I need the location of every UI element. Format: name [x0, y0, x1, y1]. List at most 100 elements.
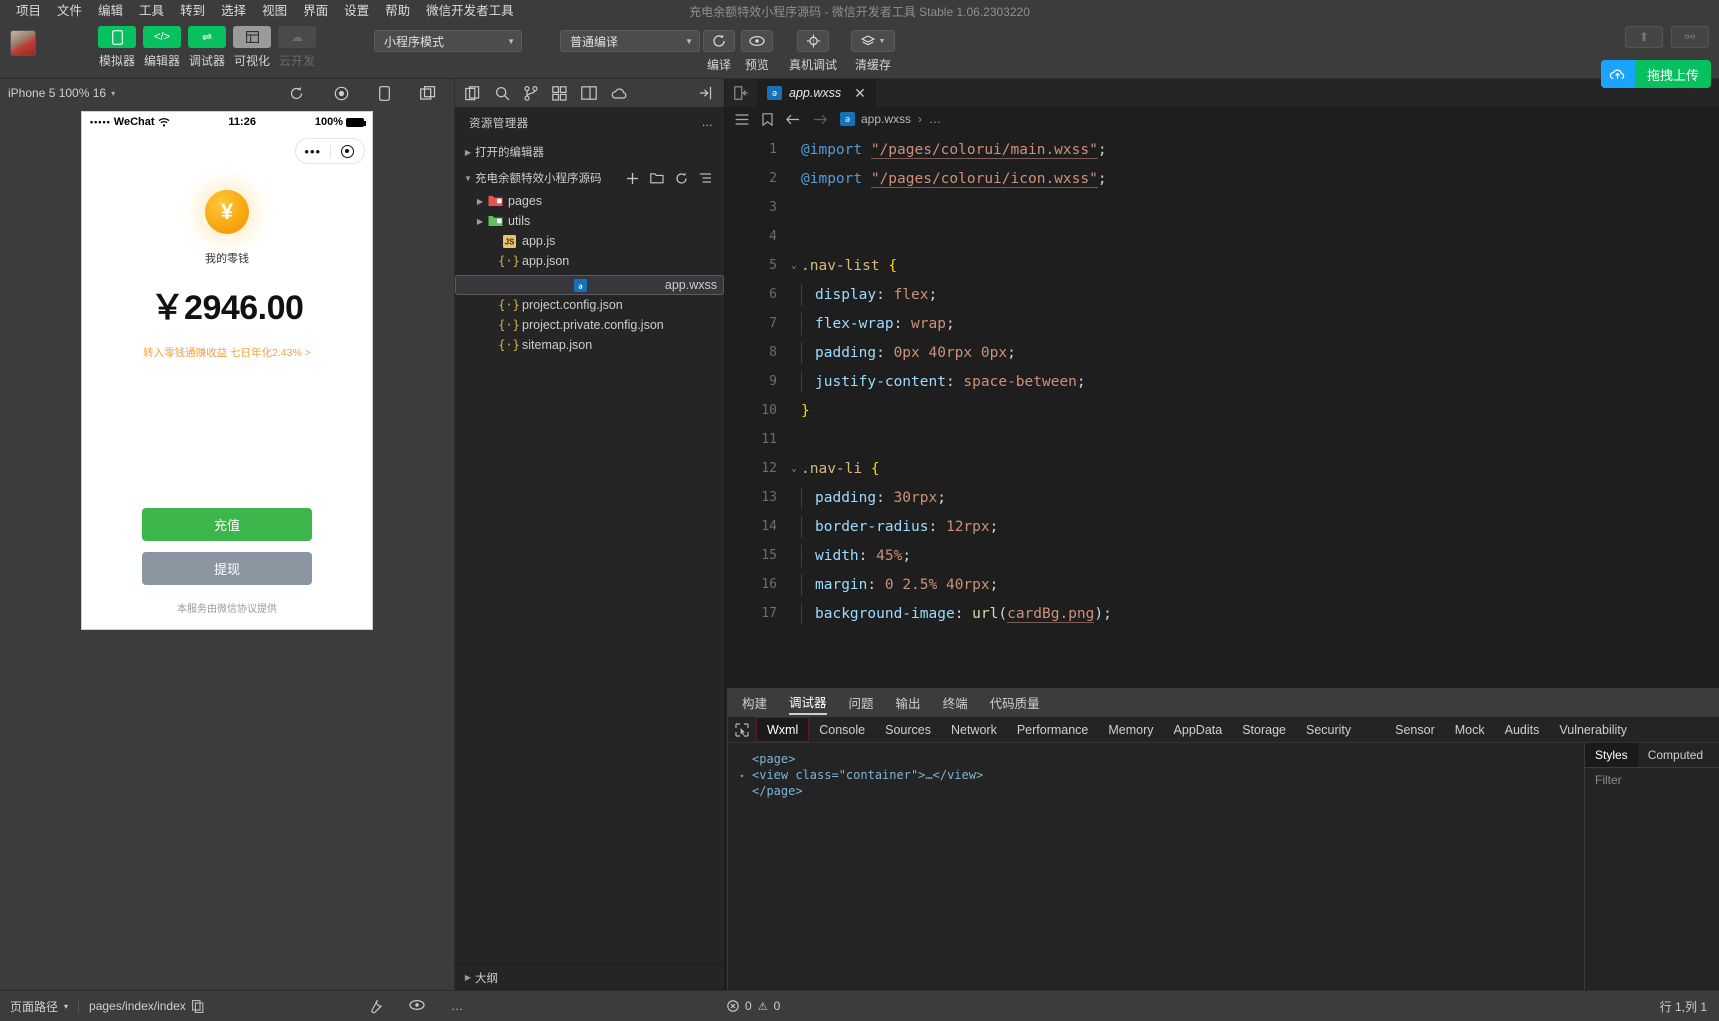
cloud-toggle-button[interactable]: ☁ 云开发 [278, 26, 316, 69]
code-line[interactable]: 4 [725, 222, 1719, 251]
menu-item-10[interactable]: 微信开发者工具 [418, 0, 522, 22]
devtools-panel-tab-storage[interactable]: Storage [1232, 717, 1296, 742]
code-line[interactable]: 5 ⌄ .nav-list { [725, 251, 1719, 280]
code-line[interactable]: 7 flex-wrap: wrap; [725, 309, 1719, 338]
menu-item-6[interactable]: 视图 [254, 0, 295, 22]
avatar[interactable] [10, 30, 36, 56]
code-line[interactable]: 1 @import "/pages/colorui/main.wxss"; [725, 135, 1719, 164]
file-row-app-json[interactable]: {·} app.json [455, 251, 724, 271]
code-line[interactable]: 11 [725, 425, 1719, 454]
breadcrumb-trail[interactable]: … [929, 112, 941, 126]
more-icon[interactable]: … [702, 117, 715, 129]
code-line[interactable]: 9 justify-content: space-between; [725, 367, 1719, 396]
upload-icon[interactable]: ⬆ [1625, 26, 1663, 48]
menu-item-9[interactable]: 帮助 [377, 0, 418, 22]
yield-link[interactable]: 转入零钱通赚收益 七日年化2.43% > [143, 345, 311, 360]
back-arrow-icon[interactable] [786, 114, 800, 125]
element-picker-icon[interactable] [728, 717, 756, 742]
menu-item-2[interactable]: 编辑 [90, 0, 131, 22]
devtools-tab-build[interactable]: 构建 [742, 693, 767, 714]
menu-item-8[interactable]: 设置 [336, 0, 377, 22]
breadcrumb-file[interactable]: ǝ app.wxss [840, 112, 911, 126]
wxml-node[interactable]: <page> [740, 751, 1584, 767]
extensions-icon[interactable] [552, 85, 567, 101]
more-icon[interactable]: … [451, 999, 463, 1014]
devtools-tab-output[interactable]: 输出 [896, 693, 921, 714]
menu-item-7[interactable]: 界面 [295, 0, 336, 22]
remote-debug-button[interactable]: 1 真机调试 [786, 26, 840, 73]
devtools-panel-tab-network[interactable]: Network [941, 717, 1007, 742]
preview-button[interactable]: 预览 [738, 26, 776, 73]
devtools-tab-debugger[interactable]: 调试器 [789, 692, 827, 715]
editor-toggle-button[interactable]: </> 编辑器 [143, 26, 181, 69]
file-row-app-wxss[interactable]: ǝ app.wxss [455, 275, 724, 295]
page-path-selector[interactable]: 页面路径 ▾ [0, 998, 78, 1015]
eye-icon[interactable] [409, 999, 425, 1014]
styles-tab[interactable]: Styles [1585, 743, 1638, 767]
code-line[interactable]: 16 margin: 0 2.5% 40rpx; [725, 570, 1719, 599]
files-icon[interactable] [465, 85, 481, 101]
menu-item-1[interactable]: 文件 [49, 0, 90, 22]
new-folder-icon[interactable] [650, 172, 664, 185]
outline-section[interactable]: ▶ 大纲 [455, 964, 724, 990]
code-line[interactable]: 6 display: flex; [725, 280, 1719, 309]
devtools-panel-tab-appdata[interactable]: AppData [1164, 717, 1233, 742]
file-row-utils[interactable]: ▶ utils [455, 211, 724, 231]
multi-window-icon[interactable] [420, 85, 436, 101]
visual-toggle-button[interactable]: 可视化 [233, 26, 271, 69]
open-editors-section[interactable]: ▶ 打开的编辑器 [455, 139, 724, 165]
debugger-toggle-button[interactable]: ⇌ 调试器 [188, 26, 226, 69]
compile-select[interactable]: 普通编译 ▼ [560, 30, 700, 52]
file-row-project-config[interactable]: {·} project.config.json [455, 295, 724, 315]
search-icon[interactable] [495, 86, 510, 101]
mode-select[interactable]: 小程序模式 ▼ [374, 30, 522, 52]
styles-filter-input[interactable]: Filter [1585, 767, 1719, 791]
menu-item-4[interactable]: 转到 [172, 0, 213, 22]
page-path-value-group[interactable]: pages/index/index [79, 999, 214, 1013]
code-line[interactable]: 15 width: 45%; [725, 541, 1719, 570]
devtools-panel-tab-console[interactable]: Console [809, 717, 875, 742]
fold-toggle-icon[interactable]: ⌄ [787, 261, 801, 271]
code-line[interactable]: 8 padding: 0px 40rpx 0px; [725, 338, 1719, 367]
device-icon[interactable] [379, 85, 390, 101]
editor-tab-app-wxss[interactable]: ǝ app.wxss ✕ [757, 79, 877, 107]
devtools-panel-tab-wxml[interactable]: Wxml [756, 717, 810, 742]
record-icon[interactable] [334, 86, 349, 101]
upload-button[interactable]: 拖拽上传 [1600, 60, 1711, 88]
collapse-icon[interactable] [699, 86, 714, 100]
user-icon[interactable]: ⚯ [1671, 26, 1709, 48]
code-line[interactable]: 14 border-radius: 12rpx; [725, 512, 1719, 541]
source-control-icon[interactable] [524, 85, 538, 101]
clear-cache-button[interactable]: ▼ 清缓存 [846, 26, 900, 73]
devtools-panel-tab-sources[interactable]: Sources [875, 717, 941, 742]
devtools-tab-terminal[interactable]: 终端 [943, 693, 968, 714]
menu-item-3[interactable]: 工具 [131, 0, 172, 22]
code-line[interactable]: 3 [725, 193, 1719, 222]
compile-button[interactable]: 编译 [700, 26, 738, 73]
file-row-pages[interactable]: ▶ pages [455, 191, 724, 211]
fold-toggle-icon[interactable]: ⌄ [787, 464, 801, 474]
withdraw-button[interactable]: 提现 [142, 552, 312, 585]
line-col-indicator[interactable]: 行 1,列 1 [1660, 998, 1707, 1015]
file-row-sitemap[interactable]: {·} sitemap.json [455, 335, 724, 355]
close-icon[interactable]: ✕ [854, 85, 866, 102]
devtools-panel-tab-security[interactable]: Security [1296, 717, 1361, 742]
open-editors-icon[interactable] [581, 86, 597, 100]
tree-twisty-icon[interactable]: ▸ [740, 771, 748, 780]
devtools-panel-tab-memory[interactable]: Memory [1098, 717, 1163, 742]
recharge-button[interactable]: 充值 [142, 508, 312, 541]
cloud-icon[interactable] [611, 87, 628, 100]
computed-tab[interactable]: Computed [1638, 743, 1713, 767]
menu-item-0[interactable]: 项目 [8, 0, 49, 22]
devtools-panel-tab-sensor[interactable]: Sensor [1385, 717, 1445, 742]
code-line[interactable]: 12 ⌄ .nav-li { [725, 454, 1719, 483]
file-row-app-js[interactable]: JS app.js [455, 231, 724, 251]
devtools-panel-tab-performance[interactable]: Performance [1007, 717, 1099, 742]
new-file-icon[interactable] [626, 172, 639, 185]
list-icon[interactable] [735, 113, 749, 125]
simulator-toggle-button[interactable]: 模拟器 [98, 26, 136, 69]
code-line[interactable]: 17 background-image: url(cardBg.png); [725, 599, 1719, 628]
capsule-menu[interactable]: ••• [295, 138, 365, 164]
wxml-node[interactable]: ▸ <view class="container">…</view> [740, 767, 1584, 783]
split-editor-icon[interactable] [725, 79, 757, 107]
